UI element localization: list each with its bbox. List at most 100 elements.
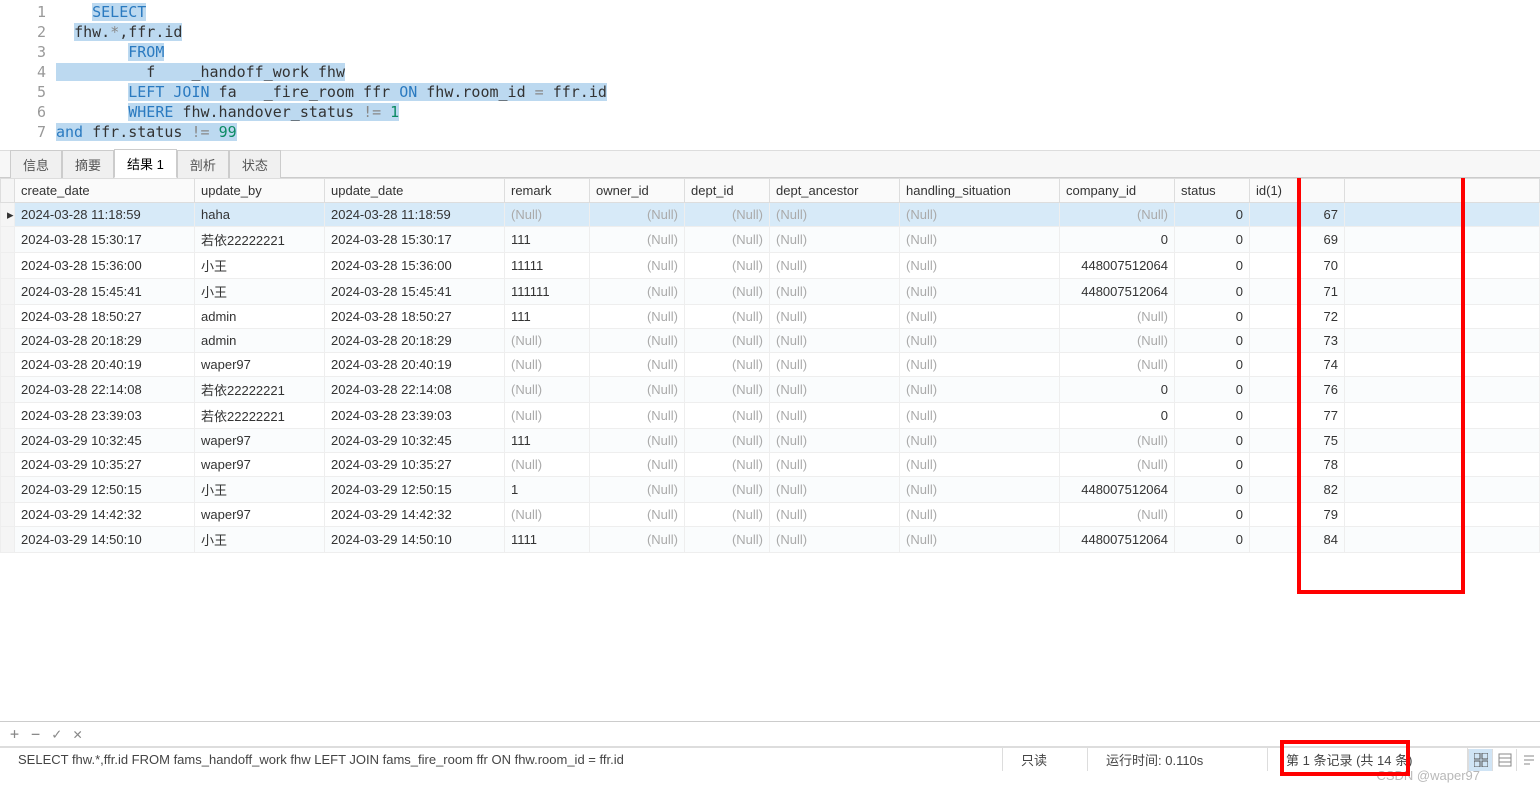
cell-company_id[interactable]: 448007512064 xyxy=(1060,253,1175,279)
cell-dept_ancestor[interactable]: (Null) xyxy=(770,279,900,305)
cell-dept_id[interactable]: (Null) xyxy=(685,353,770,377)
cell-update_by[interactable]: 小王 xyxy=(195,527,325,553)
cell-dept_id[interactable]: (Null) xyxy=(685,203,770,227)
editor-line[interactable]: 3 FROM xyxy=(0,42,1540,62)
code-content[interactable]: f _handoff_work fhw xyxy=(56,62,345,82)
row-marker[interactable] xyxy=(1,453,15,477)
cell-dept_ancestor[interactable]: (Null) xyxy=(770,305,900,329)
cell-owner_id[interactable]: (Null) xyxy=(590,403,685,429)
cell-handling_situation[interactable]: (Null) xyxy=(900,305,1060,329)
cell-update_by[interactable]: admin xyxy=(195,329,325,353)
cell-handling_situation[interactable]: (Null) xyxy=(900,527,1060,553)
cell-status[interactable]: 0 xyxy=(1175,403,1250,429)
cell-handling_situation[interactable]: (Null) xyxy=(900,279,1060,305)
column-header-remark[interactable]: remark xyxy=(505,179,590,203)
editor-line[interactable]: 7and ffr.status != 99 xyxy=(0,122,1540,142)
row-marker[interactable] xyxy=(1,353,15,377)
cell-update_by[interactable]: admin xyxy=(195,305,325,329)
cell-dept_ancestor[interactable]: (Null) xyxy=(770,203,900,227)
cell-remark[interactable]: 111 xyxy=(505,227,590,253)
cell-company_id[interactable]: (Null) xyxy=(1060,353,1175,377)
cell-dept_ancestor[interactable]: (Null) xyxy=(770,253,900,279)
code-content[interactable]: WHERE fhw.handover_status != 1 xyxy=(56,102,399,122)
cell-remark[interactable]: (Null) xyxy=(505,453,590,477)
cell-id1[interactable]: 77 xyxy=(1250,403,1345,429)
cell-remark[interactable]: 11111 xyxy=(505,253,590,279)
tab-结果 1[interactable]: 结果 1 xyxy=(114,149,177,178)
cell-owner_id[interactable]: (Null) xyxy=(590,377,685,403)
table-row[interactable]: 2024-03-29 14:50:10小王2024-03-29 14:50:10… xyxy=(1,527,1540,553)
cell-owner_id[interactable]: (Null) xyxy=(590,353,685,377)
cell-update_by[interactable]: 小王 xyxy=(195,253,325,279)
cell-id1[interactable]: 78 xyxy=(1250,453,1345,477)
cell-dept_id[interactable]: (Null) xyxy=(685,305,770,329)
row-marker[interactable] xyxy=(1,279,15,305)
cell-dept_ancestor[interactable]: (Null) xyxy=(770,453,900,477)
cell-company_id[interactable]: 448007512064 xyxy=(1060,477,1175,503)
cell-company_id[interactable]: (Null) xyxy=(1060,305,1175,329)
column-header-handling_situation[interactable]: handling_situation xyxy=(900,179,1060,203)
cell-remark[interactable]: (Null) xyxy=(505,329,590,353)
cell-create_date[interactable]: 2024-03-29 14:42:32 xyxy=(15,503,195,527)
cell-create_date[interactable]: 2024-03-29 10:35:27 xyxy=(15,453,195,477)
cell-remark[interactable]: (Null) xyxy=(505,503,590,527)
result-grid-wrap[interactable]: create_dateupdate_byupdate_dateremarkown… xyxy=(0,178,1540,722)
cell-create_date[interactable]: 2024-03-28 23:39:03 xyxy=(15,403,195,429)
row-marker[interactable] xyxy=(1,429,15,453)
table-row[interactable]: 2024-03-29 12:50:15小王2024-03-29 12:50:15… xyxy=(1,477,1540,503)
table-row[interactable]: 2024-03-28 20:18:29admin2024-03-28 20:18… xyxy=(1,329,1540,353)
cell-company_id[interactable]: 448007512064 xyxy=(1060,527,1175,553)
cell-company_id[interactable]: (Null) xyxy=(1060,429,1175,453)
form-view-icon[interactable] xyxy=(1492,749,1516,771)
cell-update_by[interactable]: waper97 xyxy=(195,429,325,453)
cell-owner_id[interactable]: (Null) xyxy=(590,253,685,279)
table-row[interactable]: 2024-03-29 10:32:45waper972024-03-29 10:… xyxy=(1,429,1540,453)
cell-create_date[interactable]: 2024-03-28 22:14:08 xyxy=(15,377,195,403)
cell-dept_id[interactable]: (Null) xyxy=(685,477,770,503)
cell-handling_situation[interactable]: (Null) xyxy=(900,377,1060,403)
row-marker[interactable] xyxy=(1,253,15,279)
cell-dept_id[interactable]: (Null) xyxy=(685,403,770,429)
add-row-icon[interactable]: + xyxy=(10,725,19,743)
code-content[interactable]: and ffr.status != 99 xyxy=(56,122,237,142)
cell-dept_id[interactable]: (Null) xyxy=(685,227,770,253)
cell-remark[interactable]: 111111 xyxy=(505,279,590,305)
cell-dept_ancestor[interactable]: (Null) xyxy=(770,227,900,253)
row-marker[interactable] xyxy=(1,403,15,429)
cell-update_by[interactable]: 小王 xyxy=(195,477,325,503)
column-header-owner_id[interactable]: owner_id xyxy=(590,179,685,203)
editor-line[interactable]: 1 SELECT xyxy=(0,2,1540,22)
cell-owner_id[interactable]: (Null) xyxy=(590,305,685,329)
row-marker[interactable]: ▸ xyxy=(1,203,15,227)
cell-remark[interactable]: 111 xyxy=(505,429,590,453)
cell-handling_situation[interactable]: (Null) xyxy=(900,477,1060,503)
cell-company_id[interactable]: 0 xyxy=(1060,227,1175,253)
column-header-update_by[interactable]: update_by xyxy=(195,179,325,203)
cell-company_id[interactable]: (Null) xyxy=(1060,453,1175,477)
cell-update_date[interactable]: 2024-03-28 18:50:27 xyxy=(325,305,505,329)
cell-create_date[interactable]: 2024-03-28 15:45:41 xyxy=(15,279,195,305)
cell-update_date[interactable]: 2024-03-28 22:14:08 xyxy=(325,377,505,403)
cell-dept_id[interactable]: (Null) xyxy=(685,253,770,279)
row-marker[interactable] xyxy=(1,377,15,403)
cell-handling_situation[interactable]: (Null) xyxy=(900,329,1060,353)
cell-id1[interactable]: 75 xyxy=(1250,429,1345,453)
row-marker[interactable] xyxy=(1,227,15,253)
row-marker[interactable] xyxy=(1,477,15,503)
cell-create_date[interactable]: 2024-03-28 18:50:27 xyxy=(15,305,195,329)
cell-status[interactable]: 0 xyxy=(1175,305,1250,329)
cell-company_id[interactable]: (Null) xyxy=(1060,203,1175,227)
cell-remark[interactable]: (Null) xyxy=(505,377,590,403)
cell-update_date[interactable]: 2024-03-29 12:50:15 xyxy=(325,477,505,503)
cell-company_id[interactable]: 0 xyxy=(1060,403,1175,429)
cell-company_id[interactable]: (Null) xyxy=(1060,329,1175,353)
row-marker[interactable] xyxy=(1,527,15,553)
cell-dept_id[interactable]: (Null) xyxy=(685,429,770,453)
editor-line[interactable]: 6 WHERE fhw.handover_status != 1 xyxy=(0,102,1540,122)
cell-handling_situation[interactable]: (Null) xyxy=(900,227,1060,253)
cell-handling_situation[interactable]: (Null) xyxy=(900,353,1060,377)
tab-摘要[interactable]: 摘要 xyxy=(62,150,114,178)
result-grid[interactable]: create_dateupdate_byupdate_dateremarkown… xyxy=(0,178,1540,553)
cell-company_id[interactable]: 448007512064 xyxy=(1060,279,1175,305)
cell-update_by[interactable]: 若依22222221 xyxy=(195,377,325,403)
